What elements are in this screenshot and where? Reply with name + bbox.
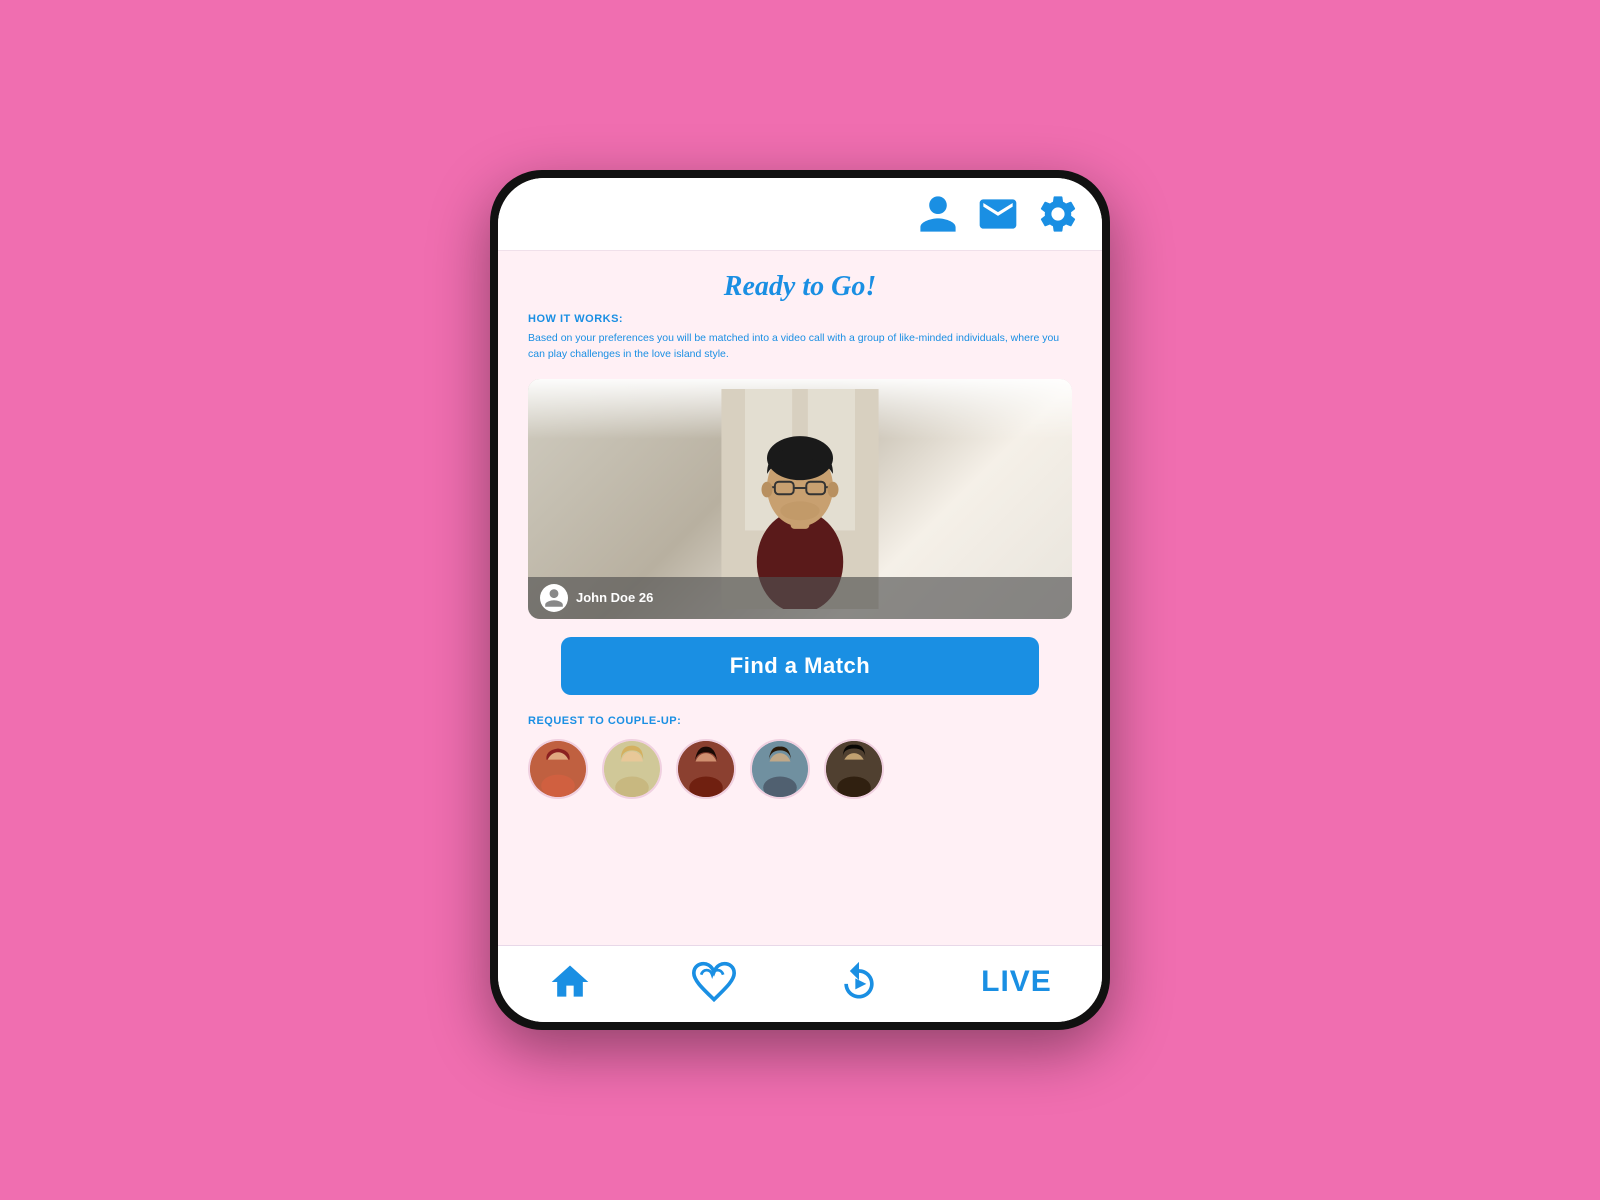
nav-home-button[interactable] xyxy=(548,960,592,1004)
profile-icon xyxy=(916,192,960,236)
heart-icon xyxy=(692,960,736,1004)
profile-name: John Doe 26 xyxy=(576,590,653,605)
profile-icon-button[interactable] xyxy=(916,192,960,236)
couple-avatar-5[interactable] xyxy=(824,739,884,799)
how-it-works-text: Based on your preferences you will be ma… xyxy=(528,331,1072,363)
profile-avatar-small xyxy=(540,584,568,612)
couple-avatar-2[interactable] xyxy=(602,739,662,799)
settings-icon xyxy=(1036,192,1080,236)
profile-card: John Doe 26 xyxy=(528,379,1072,619)
couple-avatar-3[interactable] xyxy=(676,739,736,799)
device-frame: Ready to Go! HOW IT WORKS: Based on your… xyxy=(490,170,1110,1030)
live-label: LIVE xyxy=(981,965,1052,999)
how-it-works-label: HOW IT WORKS: xyxy=(528,313,623,325)
find-match-button[interactable]: Find a Match xyxy=(561,637,1040,695)
nav-match-button[interactable] xyxy=(692,960,736,1004)
app-screen: Ready to Go! HOW IT WORKS: Based on your… xyxy=(498,178,1102,1022)
settings-icon-button[interactable] xyxy=(1036,192,1080,236)
nav-live-button[interactable]: LIVE xyxy=(981,965,1052,999)
app-header xyxy=(498,178,1102,251)
home-icon xyxy=(548,960,592,1004)
message-icon-button[interactable] xyxy=(976,192,1020,236)
couple-avatar-1[interactable] xyxy=(528,739,588,799)
couple-up-label: REQUEST TO COUPLE-UP: xyxy=(528,715,681,727)
user-icon xyxy=(543,587,565,609)
nav-replay-button[interactable] xyxy=(837,960,881,1004)
replay-icon xyxy=(837,960,881,1004)
profile-name-bar: John Doe 26 xyxy=(528,577,1072,619)
main-content: Ready to Go! HOW IT WORKS: Based on your… xyxy=(498,251,1102,945)
couple-up-avatars xyxy=(528,739,884,799)
message-icon xyxy=(976,192,1020,236)
bottom-nav: LIVE xyxy=(498,945,1102,1022)
page-title: Ready to Go! xyxy=(724,271,876,303)
couple-avatar-4[interactable] xyxy=(750,739,810,799)
